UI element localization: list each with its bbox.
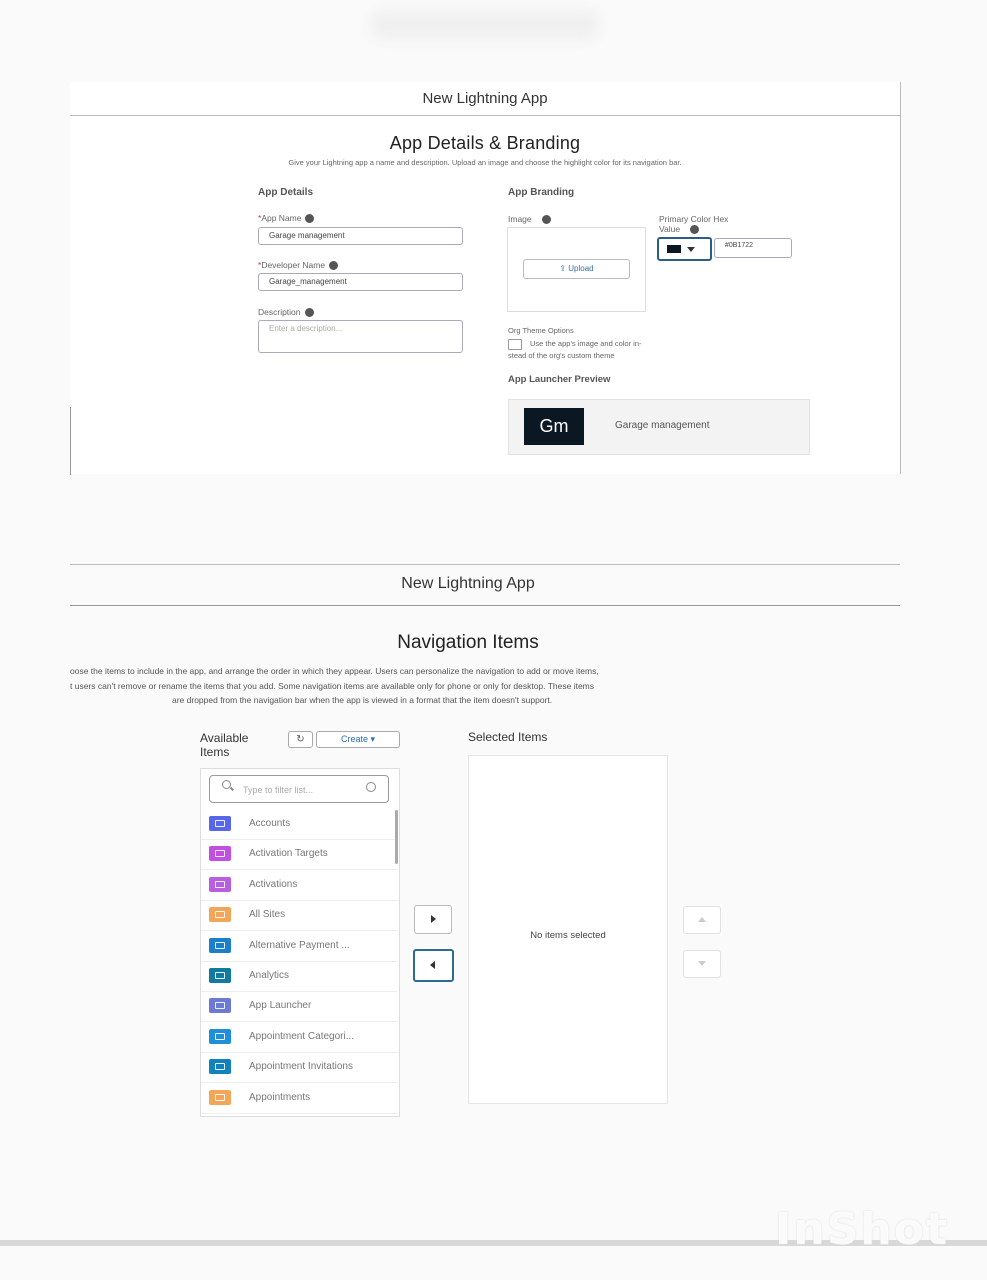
chevron-down-icon (687, 247, 695, 252)
developer-name-label: *Developer Name (258, 260, 339, 271)
list-item-label: Activations (249, 878, 298, 890)
move-down-button[interactable] (683, 950, 721, 978)
object-icon (209, 1089, 231, 1105)
description-label: Description (258, 307, 314, 318)
down-arrow-icon (698, 961, 706, 966)
description-line-2: t users can't remove or rename the items… (70, 681, 595, 691)
refresh-button[interactable]: ↻ (288, 731, 313, 748)
list-scrollbar[interactable] (395, 810, 398, 864)
list-item-label: Alternative Payment ... (249, 939, 350, 951)
selected-items-label: Selected Items (468, 730, 548, 744)
top-blur (370, 10, 600, 40)
available-items-list[interactable]: Type to filter list... Accounts Activatio… (200, 768, 400, 1117)
object-icon (209, 1059, 231, 1075)
primary-color-label: Primary Color Hex Value (659, 214, 729, 235)
app-name-label: *App Name (258, 213, 315, 224)
color-picker-button[interactable] (657, 237, 712, 261)
object-icon (209, 907, 231, 923)
list-item[interactable]: Activations (201, 870, 397, 901)
list-item-label: All Sites (249, 909, 286, 921)
list-item[interactable]: Activation Targets (201, 839, 397, 871)
list-item-label: Activation Targets (249, 848, 328, 860)
app-initials-tile: Gm (524, 408, 584, 445)
upload-button[interactable]: ⇪ Upload (523, 259, 630, 279)
app-details-heading: App Details (258, 187, 314, 198)
object-icon (209, 1028, 231, 1044)
info-icon[interactable] (305, 214, 315, 224)
info-icon[interactable] (329, 261, 339, 271)
list-item-label: Accounts (249, 818, 291, 829)
list-item[interactable]: App Launcher (201, 991, 397, 1023)
info-icon[interactable] (690, 225, 700, 235)
app-name-input[interactable]: Garage management (258, 227, 463, 245)
modal-title-2: New Lightning App (401, 575, 535, 592)
filter-search-input[interactable]: Type to filter list... (209, 775, 389, 803)
list-item-label: Appointment Categori... (249, 1030, 355, 1042)
info-icon[interactable] (541, 215, 551, 225)
search-icon (222, 780, 231, 789)
object-icon (209, 876, 231, 892)
top-divider (70, 564, 900, 565)
page-subtitle: Give your Lightning app a name and descr… (288, 158, 682, 167)
right-arrow-icon (431, 915, 436, 923)
org-theme-checkbox[interactable] (508, 339, 522, 350)
up-arrow-icon (698, 917, 706, 922)
object-icon (209, 816, 231, 831)
modal-left-edge (70, 407, 71, 475)
clear-icon[interactable] (366, 782, 376, 792)
object-icon (209, 968, 231, 983)
list-item[interactable]: All Sites (201, 900, 397, 932)
move-up-button[interactable] (683, 906, 721, 934)
hex-value-input[interactable]: #0B1722 (714, 238, 792, 258)
org-theme-text-1: Use the app's image and color in- (530, 339, 642, 348)
header-divider-2 (70, 605, 900, 606)
move-right-button[interactable] (414, 905, 452, 934)
chevron-down-icon: ▾ (370, 734, 376, 744)
list-item-label: Appointments (249, 1091, 311, 1103)
description-placeholder: Enter a description... (269, 324, 343, 333)
list-item-label: App Launcher (249, 1000, 312, 1012)
list-item[interactable]: Appointments (201, 1083, 397, 1114)
app-details-modal: New Lightning App App Details & Branding… (70, 82, 901, 475)
org-theme-text-2: stead of the org's custom theme (508, 351, 615, 360)
no-items-message: No items selected (530, 930, 606, 941)
org-theme-heading: Org Theme Options (508, 326, 574, 335)
launcher-preview-heading: App Launcher Preview (508, 374, 611, 385)
refresh-icon: ↻ (296, 734, 305, 745)
description-textarea[interactable]: Enter a description... (258, 320, 463, 353)
info-icon[interactable] (304, 308, 314, 318)
app-branding-heading: App Branding (508, 187, 575, 198)
image-label: Image (508, 214, 551, 225)
object-icon (209, 846, 231, 862)
launcher-app-name: Garage management (615, 420, 710, 431)
list-item[interactable]: Appointment Categori... (201, 1022, 397, 1053)
launcher-preview: Gm Garage management (508, 399, 810, 455)
description-line-1: oose the items to include in the app, an… (70, 666, 599, 676)
list-item-label: Appointment Invitations (249, 1061, 353, 1073)
selected-items-list[interactable]: No items selected (468, 755, 668, 1104)
list-item[interactable]: Alternative Payment ... (201, 931, 397, 962)
description-line-3: are dropped from the navigation bar when… (172, 695, 553, 705)
list-item-label: Analytics (249, 970, 290, 981)
navigation-items-title: Navigation Items (397, 632, 539, 653)
search-placeholder: Type to filter list... (243, 785, 314, 795)
list-item[interactable]: Analytics (201, 961, 397, 992)
left-arrow-icon (430, 961, 435, 969)
upload-icon: ⇪ (559, 264, 567, 273)
page-title: App Details & Branding (389, 133, 581, 153)
modal-title: New Lightning App (422, 90, 548, 107)
available-items-label: Available Items (200, 731, 249, 759)
list-item[interactable]: Appointment Invitations (201, 1052, 397, 1084)
object-icon (209, 998, 231, 1014)
create-dropdown-button[interactable]: Create ▾ (316, 731, 400, 748)
header-divider (70, 115, 900, 116)
move-left-button[interactable] (413, 949, 454, 982)
inshot-watermark: InShot (775, 1204, 949, 1255)
developer-name-input[interactable]: Garage_management (258, 273, 463, 291)
list-item[interactable]: Accounts (201, 809, 397, 840)
object-icon (209, 937, 231, 953)
color-swatch (667, 245, 681, 253)
